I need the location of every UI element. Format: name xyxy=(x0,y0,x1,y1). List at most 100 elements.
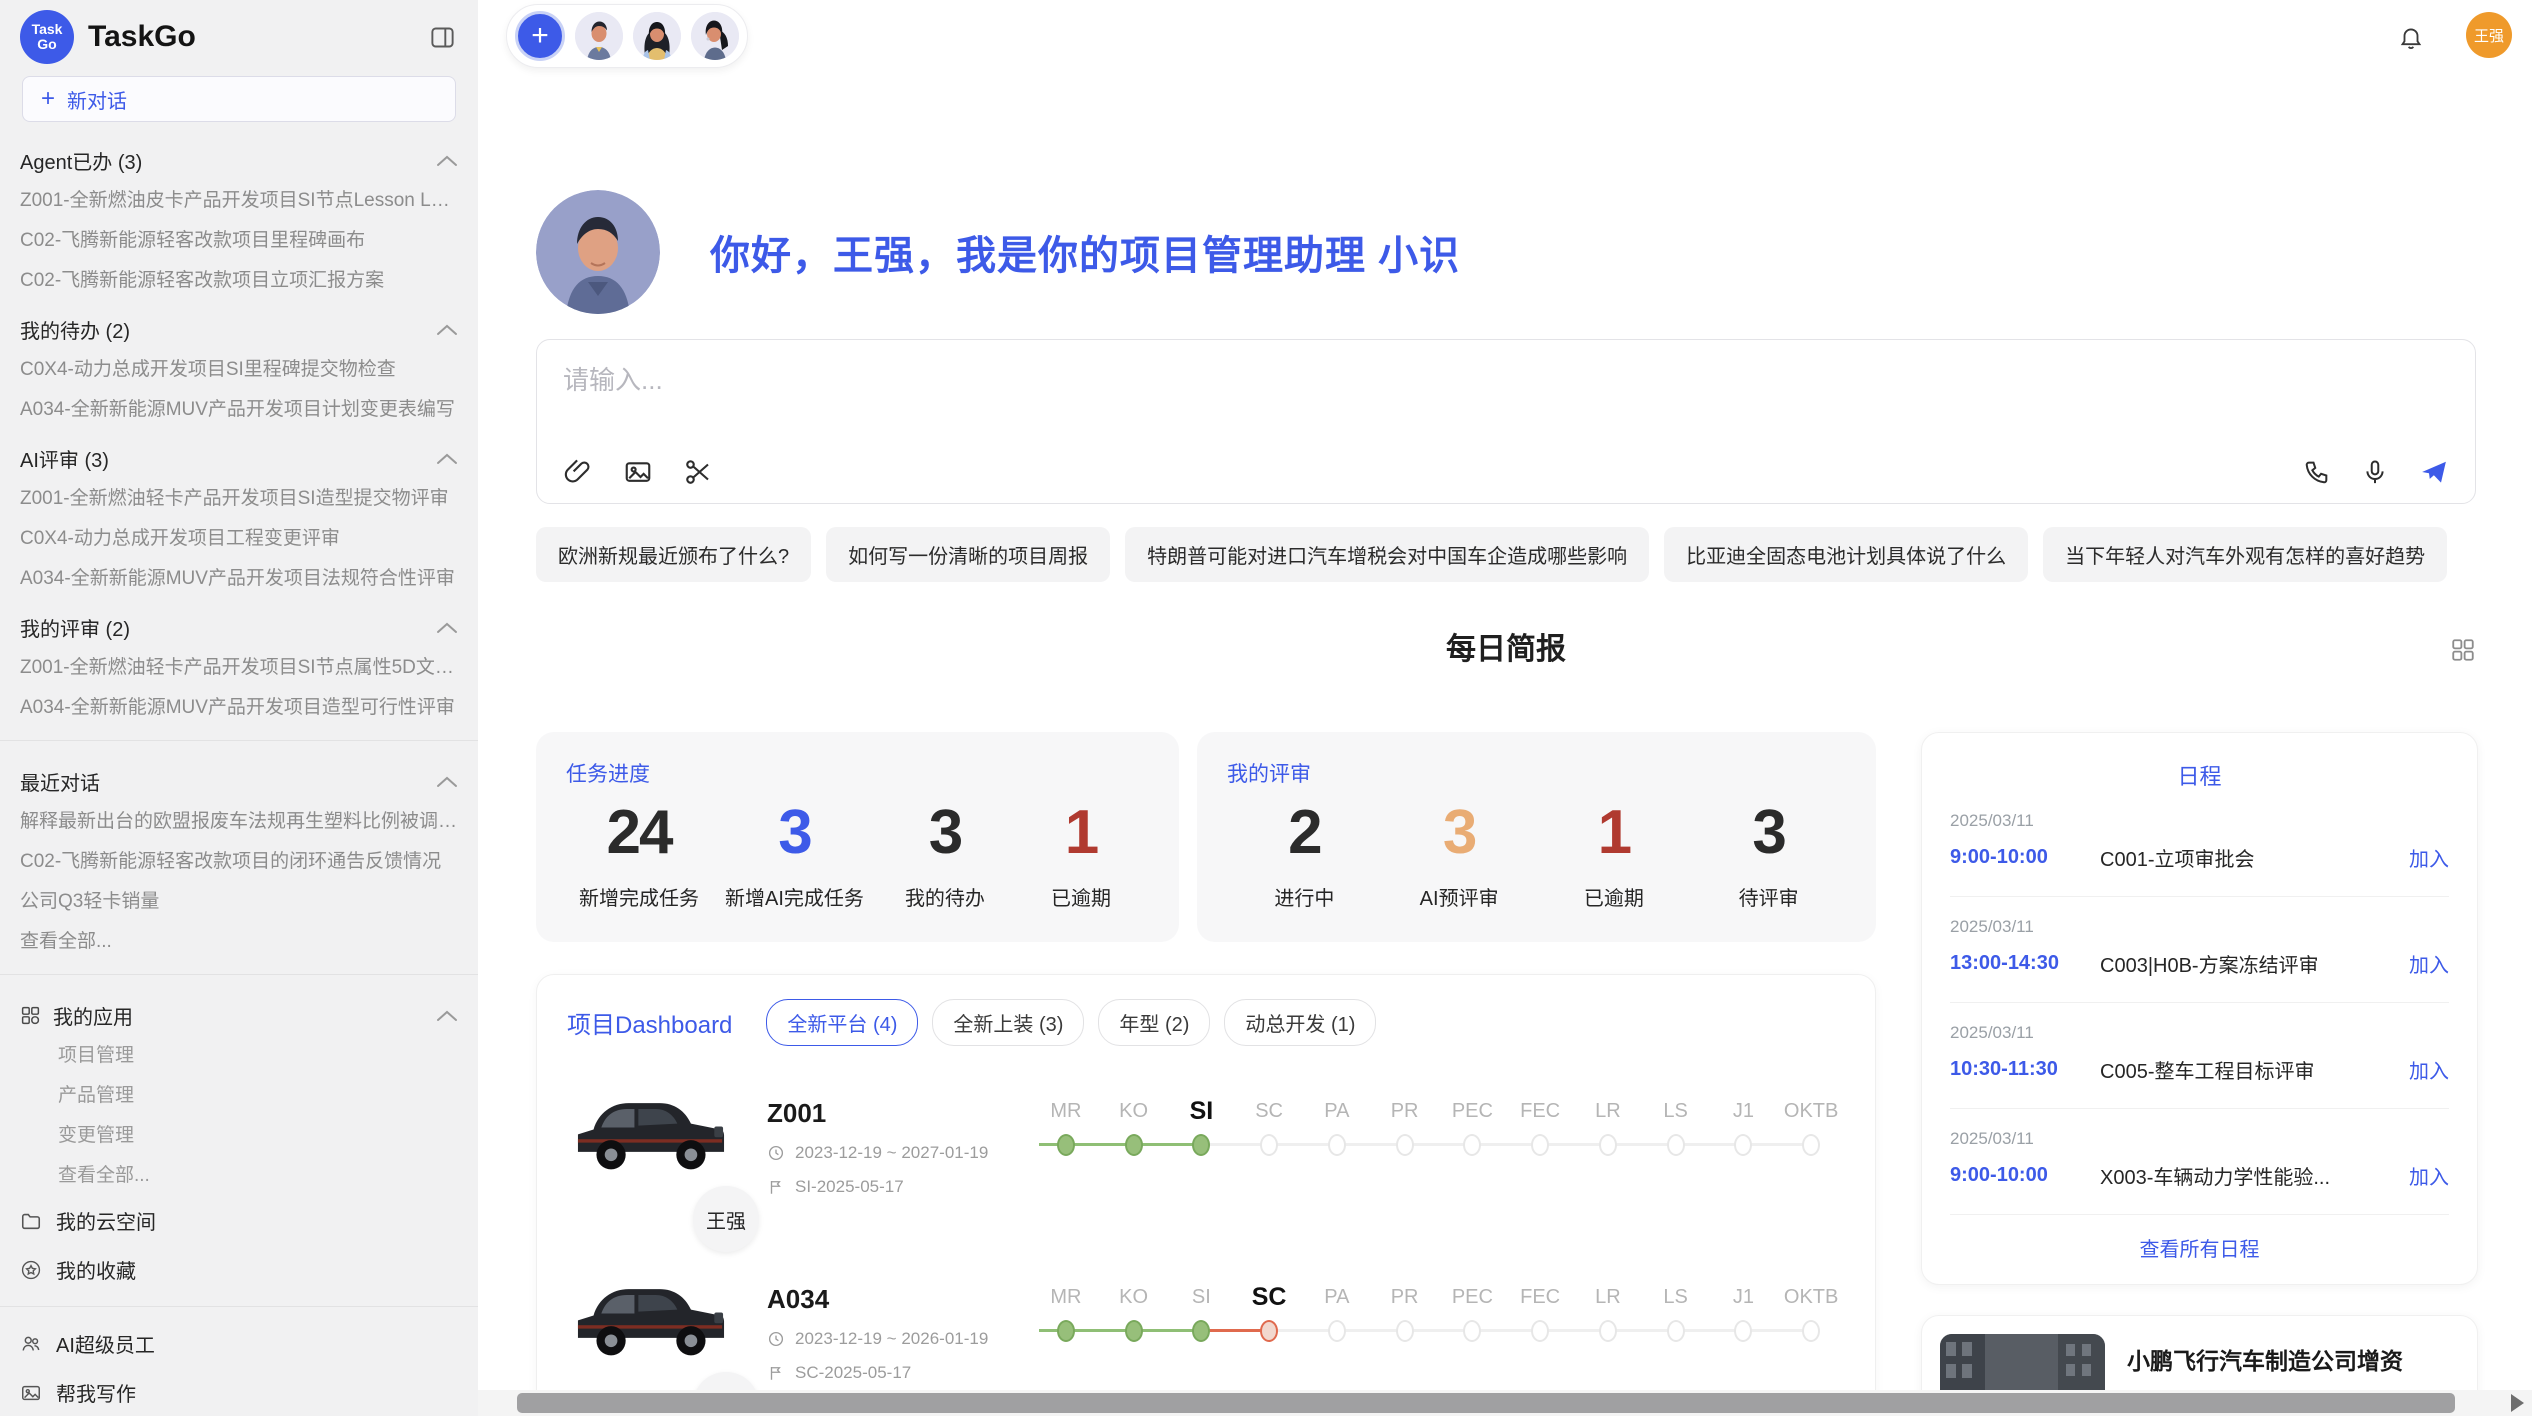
recent-chat-item[interactable]: 解释最新出台的欧盟报废车法规再生塑料比例被调至15%... xyxy=(0,802,478,842)
image-icon[interactable] xyxy=(623,457,653,487)
user-avatar[interactable]: 王强 xyxy=(2466,12,2512,58)
milestone-dot[interactable] xyxy=(1260,1320,1278,1342)
recent-chat-item[interactable]: C02-飞腾新能源轻客改款项目的闭环通告反馈情况 xyxy=(0,842,478,882)
sidebar-item[interactable]: Z001-全新燃油皮卡产品开发项目SI节点Lesson Learn报告 xyxy=(0,181,478,221)
notification-bell-icon[interactable] xyxy=(2398,24,2424,55)
briefing-title: 每日简报 xyxy=(536,630,2476,670)
sidebar-item[interactable]: A034-全新新能源MUV产品开发项目造型可行性评审 xyxy=(0,688,478,728)
milestone-dot[interactable] xyxy=(1396,1134,1414,1156)
sidebar-section-header[interactable]: Agent已办 (3) xyxy=(0,132,478,181)
chat-input[interactable] xyxy=(563,360,1920,430)
sidebar-section-header[interactable]: 我的待办 (2) xyxy=(0,301,478,350)
milestone-dot[interactable] xyxy=(1125,1134,1143,1156)
suggestion-chip[interactable]: 当下年轻人对汽车外观有怎样的喜好趋势 xyxy=(2043,527,2447,582)
schedule-join-link[interactable]: 加入 xyxy=(2409,843,2449,872)
stat-label: AI预评审 xyxy=(1404,882,1514,911)
suggestion-chip[interactable]: 比亚迪全固态电池计划具体说了什么 xyxy=(1664,527,2028,582)
recent-chat-item[interactable]: 公司Q3轻卡销量 xyxy=(0,882,478,922)
divider xyxy=(0,1306,478,1307)
member-avatar-2[interactable] xyxy=(633,12,681,60)
new-chat-button[interactable]: + 新对话 xyxy=(22,76,456,122)
schedule-time: 10:30-11:30 xyxy=(1950,1058,2100,1081)
milestone-dot[interactable] xyxy=(1057,1134,1075,1156)
member-avatar-1[interactable] xyxy=(575,12,623,60)
milestone-dot[interactable] xyxy=(1057,1320,1075,1342)
app-item[interactable]: 项目管理 xyxy=(0,1036,478,1076)
sidebar-item[interactable]: C0X4-动力总成开发项目工程变更评审 xyxy=(0,519,478,559)
sidebar-apps-left: 我的应用 xyxy=(20,1001,133,1030)
sidebar-apps-header[interactable]: 我的应用 xyxy=(0,987,478,1036)
suggestion-chip[interactable]: 欧洲新规最近颁布了什么? xyxy=(536,527,811,582)
milestone-dot[interactable] xyxy=(1396,1320,1414,1342)
dashboard-filter-chip[interactable]: 动总开发 (1) xyxy=(1224,999,1376,1046)
milestone-dot[interactable] xyxy=(1531,1134,1549,1156)
dashboard-filter-chip[interactable]: 全新上装 (3) xyxy=(932,999,1084,1046)
scrollbar-thumb[interactable] xyxy=(517,1393,2455,1413)
milestone-dot[interactable] xyxy=(1192,1134,1210,1156)
milestone-dot[interactable] xyxy=(1599,1134,1617,1156)
suggestion-chip[interactable]: 如何写一份清晰的项目周报 xyxy=(826,527,1110,582)
microphone-icon[interactable] xyxy=(2361,458,2389,486)
apps-view-all-link[interactable]: 查看全部... xyxy=(0,1156,478,1196)
sidebar-item[interactable]: Z001-全新燃油轻卡产品开发项目SI节点属性5D文件评审 xyxy=(0,648,478,688)
sidebar-section-header[interactable]: 我的评审 (2) xyxy=(0,599,478,648)
scrollbar-right-arrow[interactable] xyxy=(2511,1394,2524,1412)
milestone-dot[interactable] xyxy=(1328,1320,1346,1342)
app-item[interactable]: 变更管理 xyxy=(0,1116,478,1156)
schedule-join-link[interactable]: 加入 xyxy=(2409,1055,2449,1084)
sidebar-shortcut-folder[interactable]: 我的云空间 xyxy=(0,1196,478,1245)
stat-cards: 任务进度24新增完成任务3新增AI完成任务3我的待办1已逾期我的评审2进行中3A… xyxy=(536,732,1876,942)
app-item[interactable]: 产品管理 xyxy=(0,1076,478,1116)
sidebar-item[interactable]: C02-飞腾新能源轻客改款项目立项汇报方案 xyxy=(0,261,478,301)
milestone-dot[interactable] xyxy=(1463,1320,1481,1342)
milestone-dot[interactable] xyxy=(1260,1134,1278,1156)
recent-view-all-link[interactable]: 查看全部... xyxy=(0,922,478,962)
milestone: MR xyxy=(1032,1094,1100,1232)
sidebar-tool-users[interactable]: AI超级员工 xyxy=(0,1319,478,1368)
briefing-columns: 任务进度24新增完成任务3新增AI完成任务3我的待办1已逾期我的评审2进行中3A… xyxy=(536,732,2476,1416)
schedule-line: 9:00-10:00X003-车辆动力学性能验...加入 xyxy=(1950,1161,2449,1190)
collapse-sidebar-icon[interactable] xyxy=(429,24,456,51)
milestone-dot[interactable] xyxy=(1463,1134,1481,1156)
stat-value: 3 xyxy=(725,798,864,868)
schedule-view-all-link[interactable]: 查看所有日程 xyxy=(1950,1215,2449,1266)
scissors-icon[interactable] xyxy=(683,457,713,487)
milestone-dot[interactable] xyxy=(1667,1320,1685,1342)
milestone-dot[interactable] xyxy=(1802,1134,1820,1156)
milestone-dot[interactable] xyxy=(1734,1320,1752,1342)
dashboard-filter-chip[interactable]: 全新平台 (4) xyxy=(766,999,918,1046)
attachment-icon[interactable] xyxy=(563,457,593,487)
milestone-label: J1 xyxy=(1710,1280,1778,1314)
stat-value: 3 xyxy=(1714,798,1824,868)
sidebar-item[interactable]: Z001-全新燃油轻卡产品开发项目SI造型提交物评审 xyxy=(0,479,478,519)
sidebar-item[interactable]: C02-飞腾新能源轻客改款项目里程碑画布 xyxy=(0,221,478,261)
sidebar-item[interactable]: A034-全新新能源MUV产品开发项目计划变更表编写 xyxy=(0,390,478,430)
suggestion-chip[interactable]: 特朗普可能对进口汽车增税会对中国车企造成哪些影响 xyxy=(1125,527,1649,582)
sidebar-item[interactable]: C0X4-动力总成开发项目SI里程碑提交物检查 xyxy=(0,350,478,390)
sidebar-shortcut-star[interactable]: 我的收藏 xyxy=(0,1245,478,1294)
milestone-dot[interactable] xyxy=(1328,1134,1346,1156)
milestone-dot[interactable] xyxy=(1667,1134,1685,1156)
phone-icon[interactable] xyxy=(2303,458,2331,486)
milestone-dot[interactable] xyxy=(1802,1320,1820,1342)
sidebar-item[interactable]: A034-全新新能源MUV产品开发项目法规符合性评审 xyxy=(0,559,478,599)
sidebar-recent-header[interactable]: 最近对话 xyxy=(0,753,478,802)
sidebar-tool-photo[interactable]: 帮我写作 xyxy=(0,1368,478,1416)
layout-grid-icon[interactable] xyxy=(2450,637,2476,668)
milestone-dot[interactable] xyxy=(1531,1320,1549,1342)
sidebar-section-header[interactable]: AI评审 (3) xyxy=(0,430,478,479)
add-member-button[interactable]: + xyxy=(515,11,565,61)
schedule-date: 2025/03/11 xyxy=(1950,811,2449,831)
member-avatar-3[interactable] xyxy=(691,12,739,60)
milestone-dot[interactable] xyxy=(1734,1134,1752,1156)
project-owner-badge[interactable]: 王强 xyxy=(693,1186,759,1252)
milestone-dot[interactable] xyxy=(1192,1320,1210,1342)
dashboard-filter-chip[interactable]: 年型 (2) xyxy=(1098,999,1210,1046)
milestone-dot[interactable] xyxy=(1125,1320,1143,1342)
schedule-join-link[interactable]: 加入 xyxy=(2409,1161,2449,1190)
logo-line1: Task xyxy=(32,22,63,37)
milestone-dot[interactable] xyxy=(1599,1320,1617,1342)
stat-item: 1已逾期 xyxy=(1026,798,1136,911)
send-icon[interactable] xyxy=(2419,457,2449,487)
schedule-join-link[interactable]: 加入 xyxy=(2409,949,2449,978)
